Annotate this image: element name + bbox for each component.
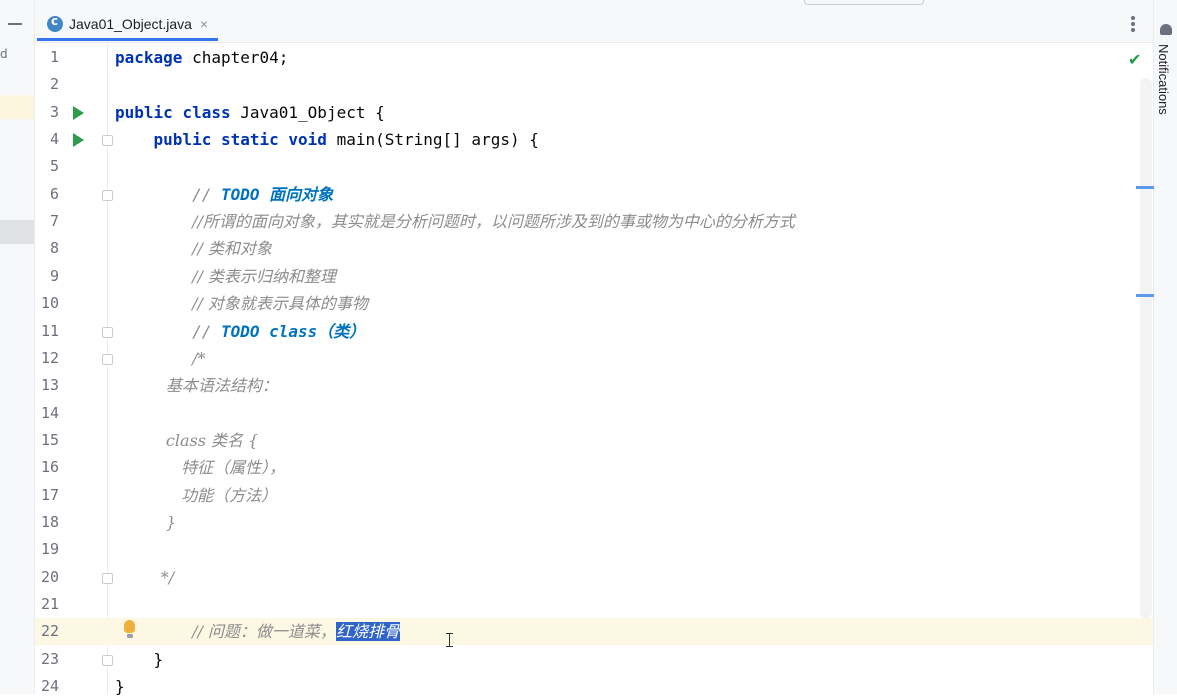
code-line[interactable]: 1 package chapter04; bbox=[35, 44, 1140, 71]
line-number: 15 bbox=[40, 430, 59, 449]
right-tool-strip: Notifications bbox=[1153, 0, 1177, 694]
code-text: } bbox=[115, 649, 164, 669]
fold-icon[interactable] bbox=[102, 572, 113, 584]
code-line[interactable]: 18 } bbox=[35, 509, 1140, 536]
line-number: 3 bbox=[49, 102, 59, 121]
fold-icon[interactable] bbox=[102, 353, 113, 365]
code-text: /* bbox=[192, 348, 206, 368]
code-text: // 问题：做一道菜，红烧排骨 bbox=[192, 622, 400, 642]
code-line[interactable]: 12 /* bbox=[35, 345, 1140, 372]
fold-icon[interactable] bbox=[102, 326, 113, 338]
code-text: class 类名 { bbox=[115, 430, 259, 450]
code-line[interactable]: 5 bbox=[35, 153, 1140, 180]
code-line[interactable]: 7 //所谓的面向对象，其实就是分析问题时，以问题所涉及到的事或物为中心的分析方… bbox=[35, 208, 1140, 235]
tab-title: Java01_Object.java bbox=[69, 16, 192, 32]
code-line[interactable]: 24} bbox=[35, 673, 1140, 700]
code-text: 基本语法结构： bbox=[115, 376, 278, 396]
code-line[interactable]: 6 // TODO 面向对象 bbox=[35, 181, 1140, 208]
code-line[interactable]: 19 bbox=[35, 536, 1140, 563]
code-line[interactable]: 10 // 对象就表示具体的事物 bbox=[35, 290, 1140, 317]
fold-icon[interactable] bbox=[102, 654, 113, 666]
fold-icon[interactable] bbox=[102, 135, 113, 147]
code-line[interactable]: 16 特征（属性）， bbox=[35, 454, 1140, 481]
code-text: 特征（属性）， bbox=[115, 458, 286, 478]
code-line[interactable]: 17 功能（方法） bbox=[35, 482, 1140, 509]
line-number: 20 bbox=[40, 567, 59, 586]
left-strip-selection bbox=[0, 220, 34, 244]
line-number: 7 bbox=[49, 212, 59, 231]
line-number: 10 bbox=[40, 294, 59, 313]
line-number: 17 bbox=[40, 485, 59, 504]
code-text: package chapter04; bbox=[115, 48, 289, 67]
line-number: 22 bbox=[40, 622, 59, 641]
line-number: 18 bbox=[40, 512, 59, 531]
line-number: 14 bbox=[40, 403, 59, 422]
code-line[interactable]: 14 bbox=[35, 400, 1140, 427]
line-number: 21 bbox=[40, 595, 59, 613]
left-strip-glyph: d bbox=[0, 47, 8, 61]
left-tool-strip: d bbox=[0, 0, 35, 694]
code-text: */ bbox=[115, 567, 175, 587]
vertical-scrollbar[interactable] bbox=[1140, 78, 1152, 618]
close-icon[interactable]: × bbox=[200, 16, 208, 32]
code-text: 功能（方法） bbox=[115, 485, 278, 505]
run-icon[interactable] bbox=[73, 105, 84, 120]
code-line[interactable]: 21 bbox=[35, 591, 1140, 618]
scrollbar-marker[interactable] bbox=[1136, 294, 1154, 297]
line-number: 24 bbox=[40, 677, 59, 696]
collapse-panel-icon[interactable] bbox=[8, 23, 22, 25]
java-class-icon bbox=[47, 14, 63, 32]
bell-icon[interactable] bbox=[1160, 24, 1172, 35]
code-line[interactable]: 20 */ bbox=[35, 564, 1140, 591]
editor-tab-bar: Java01_Object.java × bbox=[35, 0, 1153, 43]
more-options-icon[interactable] bbox=[1131, 16, 1135, 32]
line-number: 9 bbox=[49, 266, 59, 285]
checkmark-icon: ✔ bbox=[1128, 50, 1142, 69]
code-text: // TODO 面向对象 bbox=[192, 184, 334, 204]
line-number: 16 bbox=[40, 458, 59, 477]
text-cursor-icon bbox=[446, 633, 456, 647]
code-line[interactable]: 22 // 问题：做一道菜，红烧排骨 bbox=[35, 618, 1153, 646]
tab-java01-object[interactable]: Java01_Object.java × bbox=[37, 10, 219, 41]
line-number: 19 bbox=[40, 540, 59, 559]
notifications-tab[interactable]: Notifications bbox=[1156, 44, 1171, 115]
selected-text[interactable]: 红烧排骨 bbox=[335, 622, 400, 642]
line-number: 12 bbox=[40, 348, 59, 367]
line-number: 6 bbox=[49, 184, 59, 203]
line-number: 2 bbox=[49, 75, 59, 94]
code-line[interactable]: 3 public class Java01_Object { bbox=[35, 99, 1140, 126]
run-icon[interactable] bbox=[73, 133, 84, 148]
line-number: 1 bbox=[49, 48, 59, 66]
line-number: 23 bbox=[40, 649, 59, 668]
code-line[interactable]: 11 // TODO class（类） bbox=[35, 318, 1140, 345]
code-text: } bbox=[115, 677, 125, 697]
line-number: 11 bbox=[40, 321, 59, 340]
toolbar-field-edge bbox=[804, 0, 924, 5]
code-line[interactable]: 4 public static void main(String[] args)… bbox=[35, 126, 1140, 153]
line-number: 5 bbox=[49, 157, 59, 176]
code-text: public static void main(String[] args) { bbox=[153, 130, 539, 150]
line-number: 13 bbox=[40, 376, 59, 395]
code-line[interactable]: 2 bbox=[35, 71, 1140, 98]
code-line[interactable]: 13 基本语法结构： bbox=[35, 372, 1140, 399]
line-number: 8 bbox=[49, 239, 59, 258]
scrollbar-marker[interactable] bbox=[1136, 186, 1154, 189]
fold-icon[interactable] bbox=[102, 189, 113, 201]
code-text: } bbox=[115, 512, 177, 532]
code-text: public class Java01_Object { bbox=[115, 102, 385, 122]
code-line[interactable]: 15 class 类名 { bbox=[35, 427, 1140, 454]
code-text: // 类表示归纳和整理 bbox=[192, 266, 336, 286]
code-text: // 对象就表示具体的事物 bbox=[192, 294, 368, 314]
code-text: //所谓的面向对象，其实就是分析问题时，以问题所涉及到的事或物为中心的分析方式 bbox=[192, 212, 795, 232]
left-strip-highlight bbox=[0, 95, 34, 119]
code-text: // 类和对象 bbox=[192, 239, 272, 259]
code-text: // TODO class（类） bbox=[192, 321, 366, 341]
code-line[interactable]: 9 // 类表示归纳和整理 bbox=[35, 263, 1140, 290]
code-line[interactable]: 23 } bbox=[35, 646, 1140, 673]
line-number: 4 bbox=[49, 130, 59, 149]
code-line[interactable]: 8 // 类和对象 bbox=[35, 235, 1140, 262]
